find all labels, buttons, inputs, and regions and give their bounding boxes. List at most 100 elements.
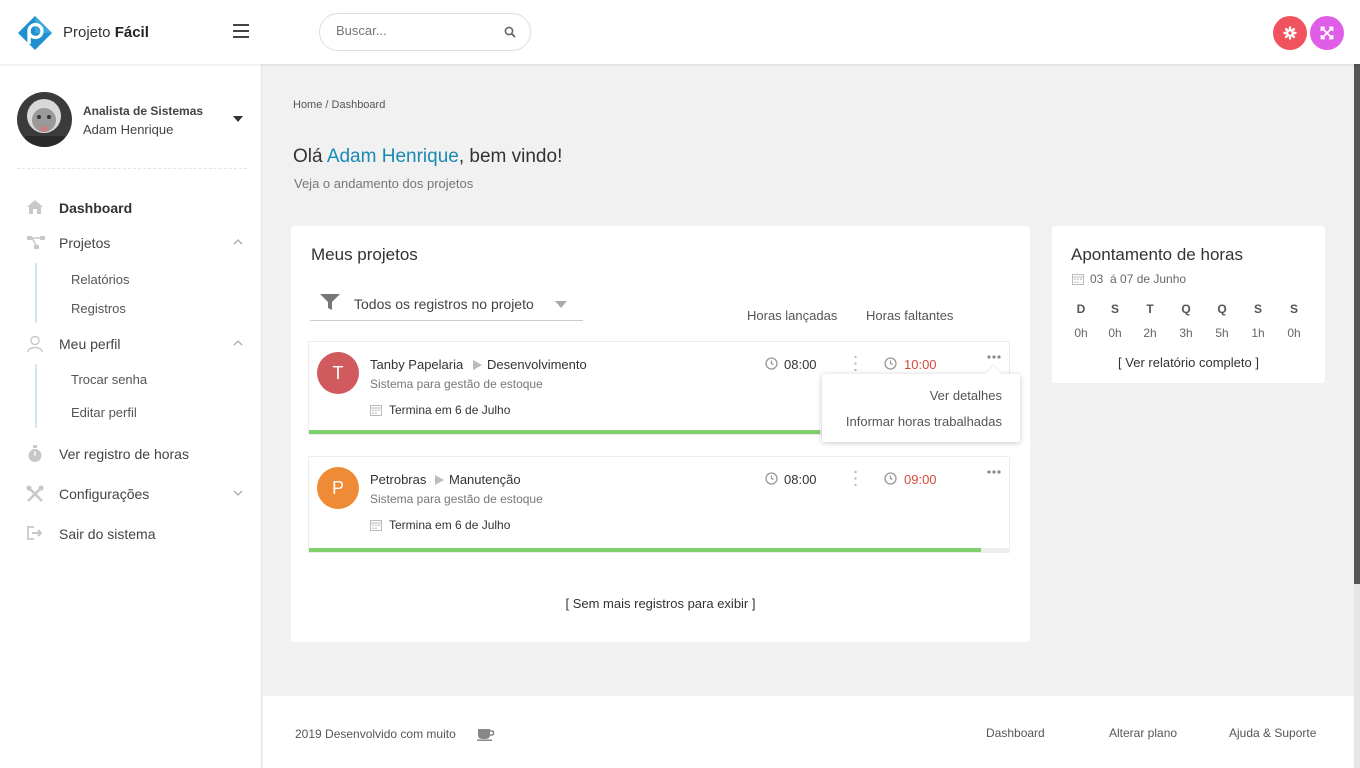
- user-menu-caret[interactable]: [233, 116, 243, 122]
- gear-icon: [1283, 26, 1297, 40]
- menu-item-informar-horas[interactable]: Informar horas trabalhadas: [846, 414, 1002, 429]
- footer-link-dashboard[interactable]: Dashboard: [986, 726, 1045, 740]
- calendar-icon: [1072, 274, 1084, 285]
- full-report-link[interactable]: [ Ver relatório completo ]: [1052, 355, 1325, 370]
- footer-link-ajuda-suporte[interactable]: Ajuda & Suporte: [1229, 726, 1316, 740]
- divider: [17, 168, 247, 169]
- settings-button[interactable]: [1273, 16, 1307, 50]
- weekday-hours: 0h: [1287, 326, 1301, 340]
- sidebar-item-label: Meu perfil: [59, 336, 121, 352]
- calendar-icon: [370, 520, 382, 531]
- footer-link-alterar-plano[interactable]: Alterar plano: [1109, 726, 1177, 740]
- more-options-icon[interactable]: [987, 355, 1001, 359]
- sidebar: Analista de Sistemas Adam Henrique Dashb…: [0, 64, 262, 768]
- submenu-line: [35, 263, 37, 323]
- sidebar-subitem-trocar-senha[interactable]: Trocar senha: [71, 372, 147, 387]
- sidebar-subitem-editar-perfil[interactable]: Editar perfil: [71, 405, 137, 420]
- search-input[interactable]: [336, 23, 496, 38]
- hours-launched: 08:00: [784, 472, 817, 487]
- project-client: Tanby Papelaria: [370, 357, 464, 372]
- filter-icon: [320, 294, 340, 310]
- sidebar-item-ver-registro-de-horas[interactable]: Ver registro de horas: [0, 439, 262, 469]
- sidebar-item-dashboard[interactable]: Dashboard: [0, 193, 262, 223]
- progress-bar: [309, 548, 1009, 552]
- project-item[interactable]: P Petrobras Manutenção Sistema para gest…: [308, 456, 1010, 553]
- project-avatar: T: [317, 352, 359, 394]
- fullscreen-button[interactable]: [1310, 16, 1344, 50]
- project-client: Petrobras: [370, 472, 427, 487]
- sidebar-item-label: Dashboard: [59, 200, 133, 216]
- submenu-line: [35, 364, 37, 428]
- project-options-menu: Ver detalhes Informar horas trabalhadas: [822, 365, 1020, 442]
- sidebar-item-label: Ver registro de horas: [59, 446, 189, 462]
- sidebar-item-label: Sair do sistema: [59, 526, 156, 542]
- chevron-up-icon: [233, 239, 243, 245]
- column-header-horas-lancadas: Horas lançadas: [747, 308, 838, 323]
- main-content: Home / Dashboard Olá Adam Henrique, bem …: [263, 64, 1354, 696]
- weekday-label: S: [1110, 302, 1119, 316]
- chevron-down-icon: [555, 301, 567, 308]
- sidebar-subitem-registros[interactable]: Registros: [71, 301, 126, 316]
- progress-fill: [309, 430, 820, 434]
- sidebar-item-meu-perfil[interactable]: Meu perfil: [0, 329, 262, 359]
- chevron-up-icon: [233, 340, 243, 346]
- hours-remaining: 09:00: [904, 472, 937, 487]
- weekday-label: S: [1253, 302, 1262, 316]
- scrollbar-thumb[interactable]: [1354, 64, 1360, 584]
- project-description: Sistema para gestão de estoque: [370, 377, 543, 391]
- sidebar-item-configuracoes[interactable]: Configurações: [0, 479, 262, 509]
- sidebar-item-projetos[interactable]: Projetos: [0, 228, 262, 258]
- expand-icon: [1320, 26, 1334, 40]
- clock-icon: [884, 472, 897, 485]
- no-more-records: [ Sem mais registros para exibir ]: [565, 596, 756, 611]
- brand-name[interactable]: Projeto Fácil: [63, 24, 149, 41]
- vertical-dots-icon: [854, 470, 857, 487]
- menu-item-ver-detalhes[interactable]: Ver detalhes: [930, 388, 1002, 403]
- page-subtitle: Veja o andamento dos projetos: [294, 176, 474, 191]
- weekday-label: Q: [1181, 302, 1191, 316]
- more-options-icon[interactable]: [987, 470, 1001, 474]
- weekday-label: S: [1289, 302, 1298, 316]
- search-icon[interactable]: [504, 26, 516, 38]
- clock-icon: [884, 357, 897, 370]
- triangle-right-icon: [473, 360, 482, 370]
- filter-value: Todos os registros no projeto: [354, 296, 534, 312]
- project-phase: Desenvolvimento: [487, 357, 587, 372]
- menu-toggle-icon[interactable]: [233, 24, 249, 38]
- project-phase: Manutenção: [449, 472, 521, 487]
- weekday-label: Q: [1217, 302, 1227, 316]
- triangle-right-icon: [435, 475, 444, 485]
- tools-icon: [26, 485, 44, 502]
- user-role: Analista de Sistemas: [83, 104, 204, 118]
- sidebar-subitem-relatorios[interactable]: Relatórios: [71, 272, 130, 287]
- hours-remaining: 10:00: [904, 357, 937, 372]
- hours-card: Apontamento de horas 03 á 07 de Junho D …: [1052, 226, 1325, 383]
- clock-icon: [765, 357, 778, 370]
- avatar[interactable]: [17, 92, 72, 147]
- user-name: Adam Henrique: [83, 122, 174, 137]
- project-filter-select[interactable]: Todos os registros no projeto: [310, 288, 583, 321]
- weekday-hours: 5h: [1215, 326, 1229, 340]
- sidebar-item-label: Configurações: [59, 486, 150, 502]
- logout-icon: [27, 526, 43, 540]
- logo-icon[interactable]: [18, 16, 52, 50]
- project-description: Sistema para gestão de estoque: [370, 492, 543, 506]
- card-title: Meus projetos: [311, 245, 418, 264]
- sitemap-icon: [27, 236, 45, 249]
- weekday-hours: 1h: [1251, 326, 1265, 340]
- weekday-label: D: [1076, 302, 1086, 316]
- weekday-label: T: [1146, 302, 1154, 316]
- weekday-hours: 0h: [1074, 326, 1088, 340]
- weekday-hours: 2h: [1143, 326, 1157, 340]
- breadcrumb[interactable]: Home / Dashboard: [293, 99, 385, 111]
- top-bar: Projeto Fácil: [0, 0, 1360, 64]
- weekday-hours: 0h: [1108, 326, 1122, 340]
- scrollbar[interactable]: [1354, 64, 1360, 768]
- project-end-date: Termina em 6 de Julho: [389, 403, 511, 417]
- stopwatch-icon: [28, 445, 42, 462]
- week-range: 03 á 07 de Junho: [1090, 272, 1187, 286]
- calendar-icon: [370, 405, 382, 416]
- project-end-date: Termina em 6 de Julho: [389, 518, 511, 532]
- sidebar-item-sair[interactable]: Sair do sistema: [0, 519, 262, 549]
- clock-icon: [765, 472, 778, 485]
